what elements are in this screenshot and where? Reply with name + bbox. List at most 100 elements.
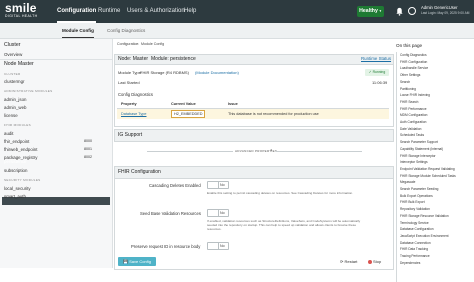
fhir-configuration-title: FHIR Configuration <box>118 169 161 175</box>
toc-item[interactable]: FHIR Storage Module Scheduled Tasks <box>400 174 456 178</box>
sidebar-item-fhirweb-endpoint[interactable]: fhirweb_endpoint 8001 <box>4 147 92 152</box>
runtime-status-link[interactable]: Runtime Status <box>361 56 391 61</box>
sidebar-item-persistence[interactable]: persistence <box>4 159 26 164</box>
section-security-modules: SECURITY MODULES <box>4 178 41 182</box>
running-status-badge: Running <box>365 69 389 76</box>
seed-validation-toggle[interactable]: No <box>207 209 229 217</box>
toc-item[interactable]: Interceptor Settings <box>400 160 428 164</box>
toc-item[interactable]: Auth Configuration <box>400 120 426 124</box>
nav-users-authorization[interactable]: Users & Authorization <box>127 0 185 23</box>
stop-button[interactable]: Stop <box>368 259 381 264</box>
toc-item[interactable]: FHIR Performance <box>400 107 427 111</box>
tab-config-diagnostics[interactable]: Config Diagnostics <box>107 23 145 38</box>
toc-item[interactable]: Megascale <box>400 180 415 184</box>
cascading-deletes-toggle[interactable]: No <box>207 181 229 189</box>
toc-item[interactable]: Capability Statement (Internal) <box>400 147 443 151</box>
sidebar-item-audit[interactable]: audit <box>4 131 14 136</box>
toc-item[interactable]: Search Parameter Support <box>400 140 438 144</box>
port-number: 8002 <box>84 155 92 159</box>
toc-item[interactable]: FHIR Search <box>400 100 418 104</box>
restart-button[interactable]: ⟳ Restart <box>340 259 357 264</box>
current-value-badge: H2_EMBEDDED <box>171 110 206 118</box>
config-diagnostics-title: Config Diagnostics <box>118 92 153 97</box>
toc-item[interactable]: JavaScript Execution Environment <box>400 234 449 238</box>
toc-item[interactable]: Repository Validation <box>400 207 430 211</box>
toc-item[interactable]: Bulk Export Operations <box>400 194 433 198</box>
toc-item[interactable]: Partitioning <box>400 87 416 91</box>
preserve-request-id-toggle[interactable]: No <box>207 242 229 250</box>
save-config-button[interactable]: 💾 Save Config <box>118 257 156 266</box>
sidebar-node-master[interactable]: Node Master <box>4 61 34 67</box>
user-name[interactable]: Admin GenericUser <box>421 5 458 10</box>
sub-navbar: Module Config Config Diagnostics <box>0 23 474 39</box>
toc-item[interactable]: Other Settings <box>400 73 420 77</box>
on-this-page-title: On this page <box>396 43 423 48</box>
sidebar-item-fhir-endpoint[interactable]: fhir_endpoint 8000 <box>4 139 92 144</box>
sidebar-item-label: audit <box>4 131 14 136</box>
health-status-badge[interactable]: Healthy▼ <box>357 6 384 17</box>
toc-item[interactable]: FHIR Bulk Export <box>400 200 425 204</box>
column-header-current-value: Current Value <box>171 102 196 106</box>
toc-item[interactable]: Config Diagnostics <box>400 53 427 57</box>
toc-item[interactable]: Search <box>400 80 410 84</box>
toc-item[interactable]: Scheduled Tasks <box>400 133 424 137</box>
toc-item[interactable]: Tracing Performance <box>400 254 430 258</box>
chevron-down-icon[interactable]: ▼ <box>270 149 273 152</box>
tab-module-config[interactable]: Module Config <box>62 23 94 38</box>
sidebar-item-smart-auth[interactable]: smart_auth <box>4 194 26 199</box>
toc-item[interactable]: Search Parameter Seeding <box>400 187 438 191</box>
sidebar-item-clustermgr[interactable]: clustermgr <box>4 79 25 84</box>
sidebar-item-subscription[interactable]: subscription <box>4 168 27 173</box>
toc-item[interactable]: FHIR Storage Interceptor <box>400 154 436 158</box>
sidebar-item-label: license <box>4 113 18 118</box>
toc-item[interactable]: Database Connection <box>400 241 431 245</box>
database-type-link[interactable]: Database Type <box>121 112 146 116</box>
breadcrumb-configuration[interactable]: Configuration <box>117 42 138 46</box>
toc-item[interactable]: Database Configuration <box>400 227 434 231</box>
toc-item[interactable]: Endpoint Validation Request Validating <box>400 167 455 171</box>
toc-item[interactable]: Loadhandle Service <box>400 66 428 70</box>
sidebar-item-label: admin_json <box>4 97 27 102</box>
section-fhir-modules: FHIR MODULES <box>4 123 31 127</box>
field-label-seed-validation: Seed Base Validation Resources <box>140 211 201 216</box>
sidebar-item-local-security[interactable]: local_security <box>4 186 31 191</box>
sidebar-item-label: fhir_endpoint <box>4 139 30 144</box>
nav-runtime[interactable]: Runtime <box>98 0 120 23</box>
sidebar-item-overview[interactable]: Overview <box>4 52 22 57</box>
user-avatar-icon[interactable] <box>408 7 416 15</box>
toc-item[interactable]: FHIR Configuration <box>400 60 427 64</box>
stop-icon <box>368 259 372 264</box>
smile-logo[interactable]: smile DIGITAL HEALTH <box>5 2 37 19</box>
toggle-state: No <box>220 211 225 215</box>
module-label: Module: persistence <box>151 56 196 62</box>
sidebar-item-admin-json[interactable]: admin_json <box>4 97 26 102</box>
nav-configuration[interactable]: Configuration <box>57 0 97 23</box>
column-header-issue: Issue <box>228 102 238 106</box>
sidebar-item-license[interactable]: license <box>4 113 18 118</box>
field-label-cascading-deletes: Cascading Deletes Enabled <box>149 183 201 188</box>
sidebar-item-admin-web[interactable]: admin_web <box>4 105 26 110</box>
port-number: 8000 <box>84 139 92 143</box>
toc-item[interactable]: Terminology Service <box>400 221 429 225</box>
ig-support-title[interactable]: IG Support <box>118 132 142 138</box>
last-started-value: 11:06:39 <box>372 80 388 85</box>
nav-help[interactable]: Help <box>184 0 196 23</box>
toc-item[interactable]: FHIR Data Tracking <box>400 247 428 251</box>
ig-support-card[interactable] <box>114 129 394 142</box>
sidebar: Cluster Overview Node Master CLUSTER clu… <box>0 39 113 268</box>
toc-item[interactable]: Date Validation <box>400 127 421 131</box>
sidebar-item-label: smart_auth <box>4 194 26 199</box>
toggle-state: No <box>220 244 225 248</box>
divider <box>0 59 112 60</box>
field-description: If enabled, validation resources such as… <box>207 219 361 231</box>
divider <box>147 151 233 152</box>
module-documentation-link[interactable]: (Module Documentation) <box>195 70 239 75</box>
toc-item[interactable]: Loose FHIR Indexing <box>400 93 430 97</box>
caret-down-icon: ▼ <box>378 9 382 13</box>
toc-item[interactable]: FHIR Storage Resource Validation <box>400 214 449 218</box>
toggle-knob <box>208 243 219 249</box>
bell-icon[interactable] <box>395 7 404 16</box>
toc-item[interactable]: Dependencies <box>400 261 420 265</box>
column-header-property: Property <box>121 102 137 106</box>
toc-item[interactable]: MDM Configuration <box>400 113 427 117</box>
